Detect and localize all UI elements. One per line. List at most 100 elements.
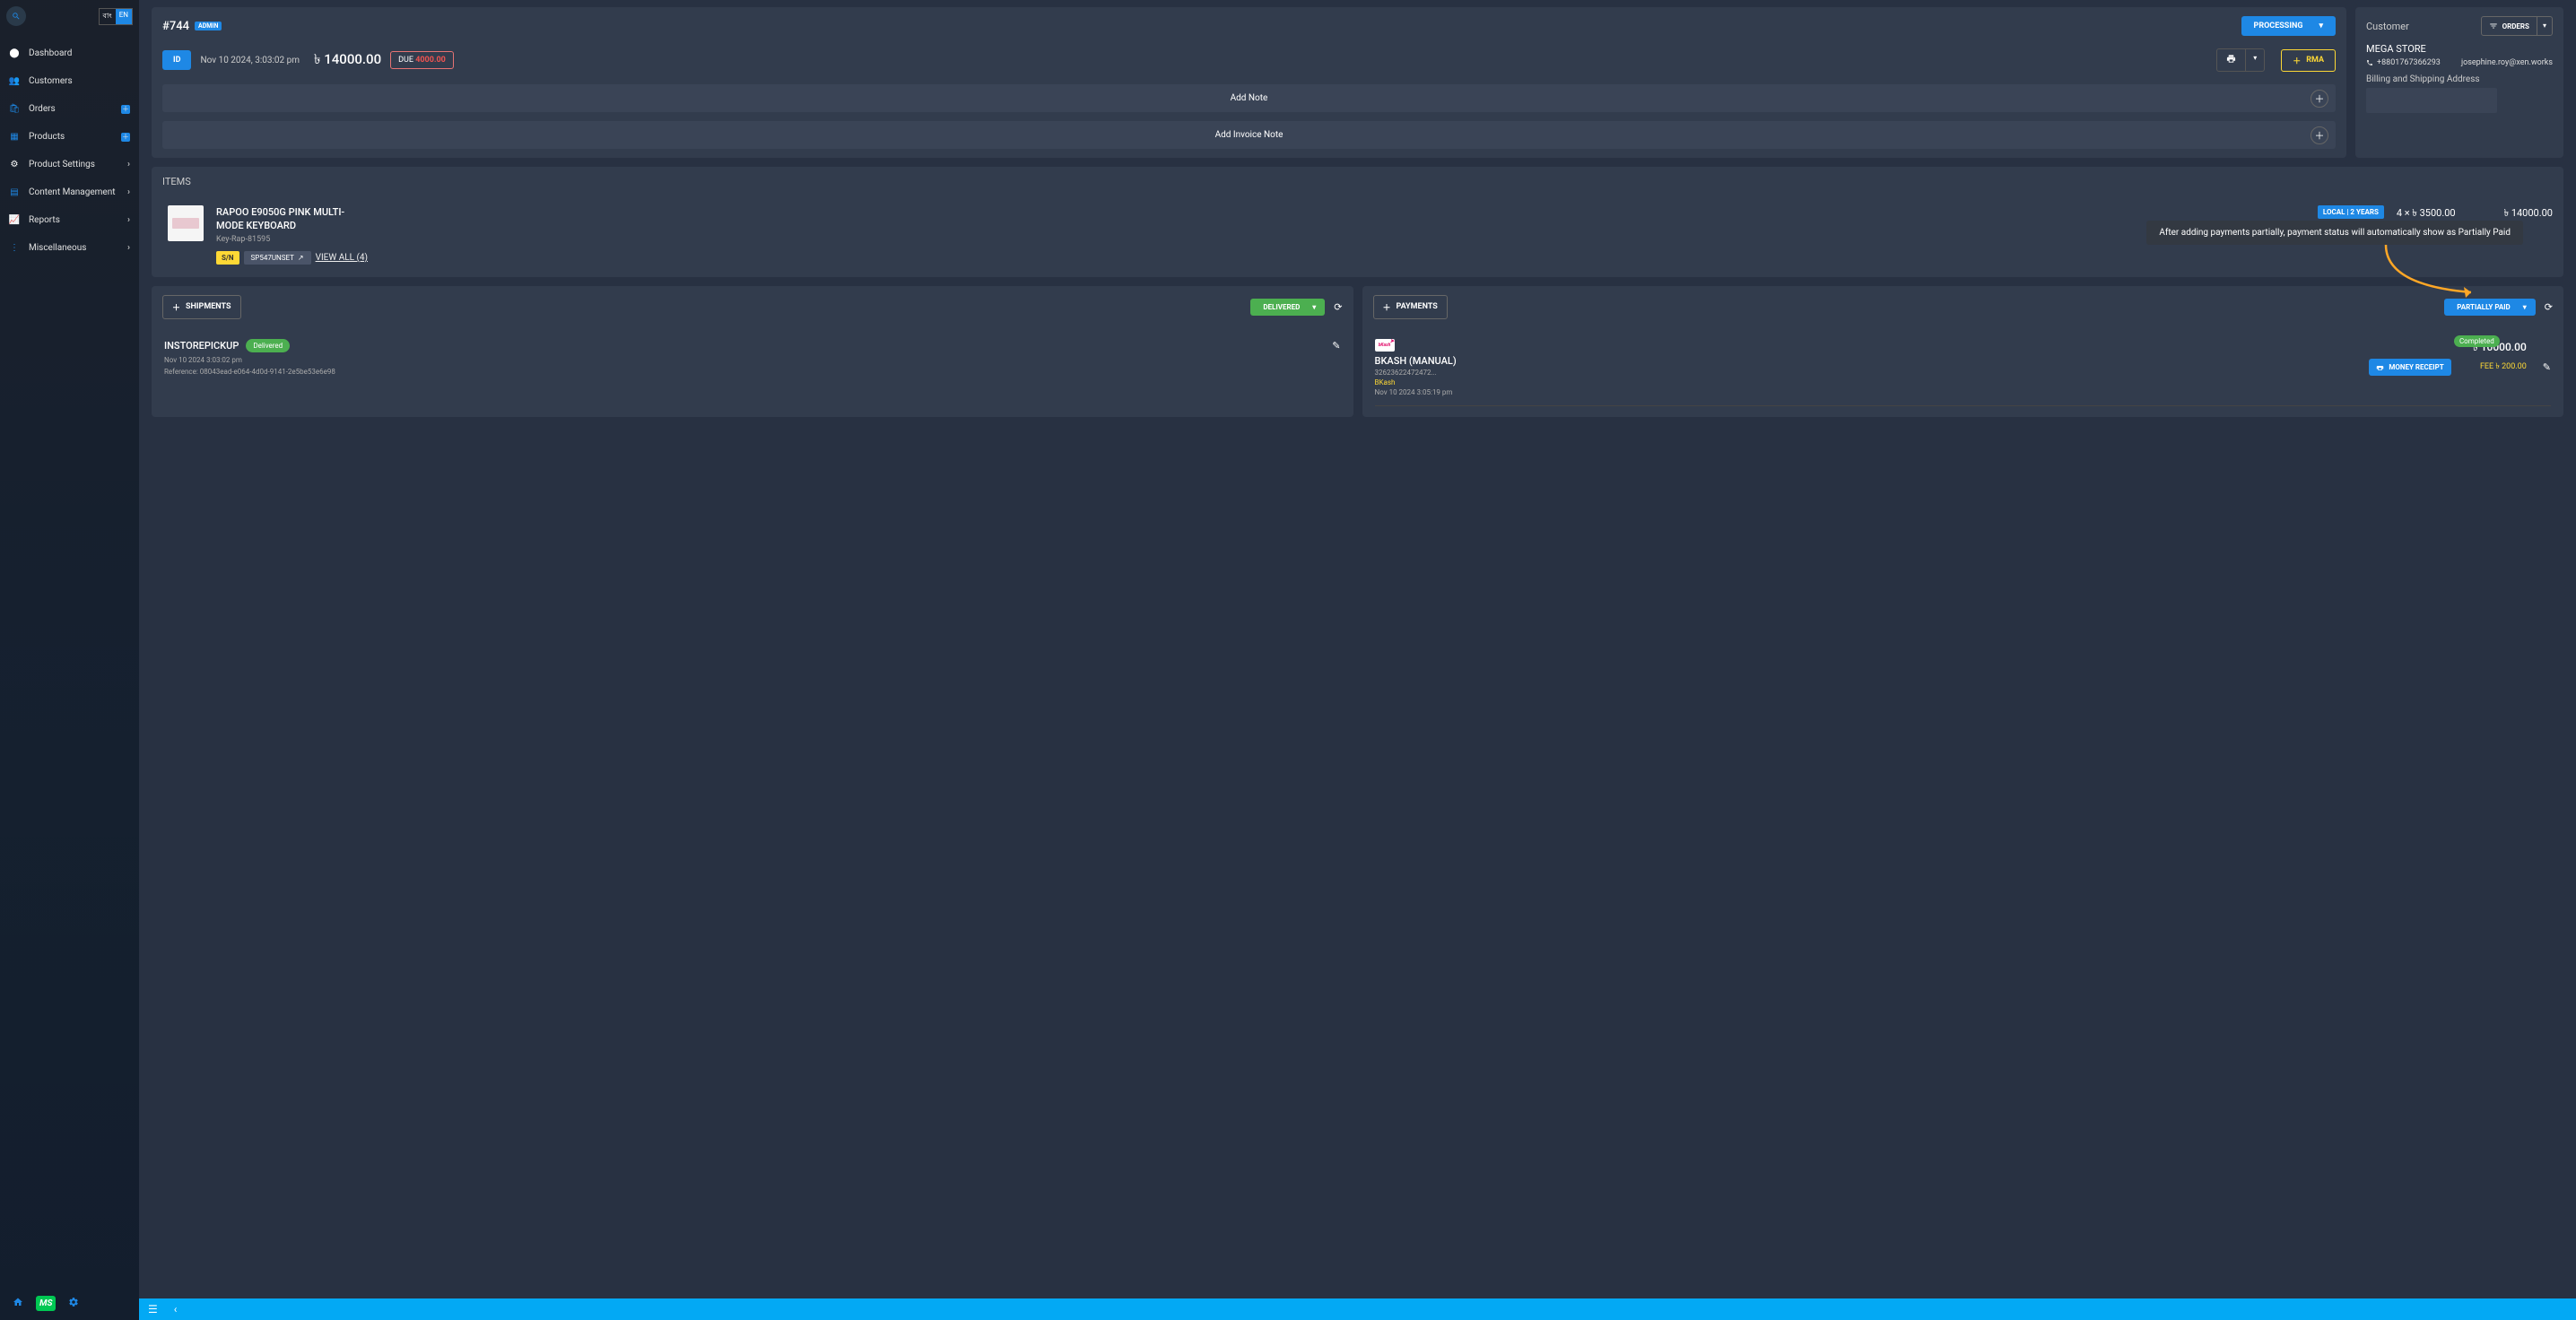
nav-label: Miscellaneous	[29, 243, 86, 253]
print-button[interactable]	[2217, 49, 2245, 71]
nav-item-reports[interactable]: 📈Reports›	[0, 206, 139, 234]
lang-bn[interactable]: বাং	[100, 9, 116, 24]
delivered-pill: Delivered	[246, 339, 290, 352]
nav-label: Customers	[29, 76, 73, 86]
add-note-row[interactable]: Add Note ＋	[162, 84, 2336, 112]
order-total: ৳ 14000.00	[314, 49, 381, 72]
menu-icon[interactable]: ☰	[148, 1303, 158, 1316]
chevron-down-icon: ▾	[2523, 303, 2527, 311]
nav-icon: ⋮	[9, 243, 20, 253]
annotation-tooltip: After adding payments partially, payment…	[2146, 221, 2523, 245]
nav-label: Reports	[29, 215, 60, 225]
nav-icon: ⚙	[9, 160, 20, 169]
external-link-icon: ↗	[298, 254, 304, 262]
admin-badge: ADMIN	[195, 22, 222, 30]
shipment-status-button[interactable]: DELIVERED▾	[1250, 299, 1325, 316]
address-box	[2366, 88, 2497, 113]
edit-shipment-icon[interactable]: ✎	[1332, 340, 1340, 352]
ms-badge[interactable]: MS	[36, 1296, 56, 1311]
items-card: ITEMS RAPOO E9050G PINK MULTI-MODE KEYBO…	[152, 167, 2563, 277]
product-sku: Key-Rap-81595	[216, 235, 2305, 244]
orders-dropdown[interactable]: ▾	[2537, 17, 2552, 35]
product-image	[168, 205, 204, 241]
order-date: Nov 10 2024, 3:03:02 pm	[200, 56, 300, 65]
customer-title: Customer	[2366, 21, 2409, 32]
chevron-down-icon: ▾	[1312, 303, 1316, 311]
nav-icon: ▤	[9, 187, 20, 197]
chevron-down-icon: ▾	[2319, 22, 2323, 30]
sidebar: বাং EN ⬤ Dashboard 👥 Customers 🛍Orders＋ ▦ Prod…	[0, 0, 139, 1320]
warranty-badge: LOCAL | 2 YEARS	[2318, 205, 2384, 219]
serial-badge[interactable]: SP547UNSET ↗	[244, 251, 311, 265]
settings-icon[interactable]	[68, 1297, 79, 1310]
nav-icon: 👥	[9, 76, 20, 86]
product-name: RAPOO E9050G PINK MULTI-MODE KEYBOARD	[216, 205, 369, 233]
nav-icon: ▦	[9, 132, 20, 142]
payment-time: Nov 10 2024 3:05:19 pm	[1375, 388, 1457, 396]
id-button[interactable]: ID	[162, 50, 191, 70]
add-icon[interactable]: ＋	[121, 133, 130, 142]
order-id: #744	[162, 20, 189, 33]
orders-button[interactable]: ORDERS	[2482, 17, 2537, 35]
payment-source: BKash	[1375, 378, 1457, 386]
nav-item-customers[interactable]: 👥 Customers	[0, 67, 139, 95]
order-status-button[interactable]: PROCESSING ▾	[2241, 16, 2336, 36]
main-content: #744 ADMIN PROCESSING ▾ ID Nov 10 2024, …	[139, 0, 2576, 1320]
chevron-right-icon: ›	[127, 215, 130, 225]
nav-label: Content Management	[29, 187, 116, 197]
add-invoice-note-row[interactable]: Add Invoice Note ＋	[162, 121, 2336, 149]
bkash-logo: bKash	[1375, 339, 1395, 352]
add-invoice-note-icon[interactable]: ＋	[2311, 126, 2328, 144]
add-shipment-button[interactable]: ＋SHIPMENTS	[162, 295, 241, 319]
rma-button[interactable]: ＋RMA	[2281, 49, 2336, 72]
payments-card: ＋PAYMENTS PARTIALLY PAID▾ ⟳ bKash BKASH …	[1362, 286, 2564, 417]
print-dropdown[interactable]: ▾	[2245, 49, 2264, 71]
nav-icon: 🛍	[9, 104, 20, 114]
payment-method: BKASH (MANUAL)	[1375, 355, 1457, 367]
payment-reference: 32623622472472...	[1375, 369, 1457, 377]
payment-status-button[interactable]: PARTIALLY PAID▾	[2444, 299, 2536, 316]
chevron-right-icon: ›	[127, 243, 130, 253]
shipments-card: ＋SHIPMENTS DELIVERED▾ ⟳ INSTOREPICKUP De…	[152, 286, 1353, 417]
view-all-link[interactable]: VIEW ALL (4)	[316, 253, 368, 263]
add-payment-button[interactable]: ＋PAYMENTS	[1373, 295, 1448, 319]
nav-icon: ⬤	[9, 48, 20, 58]
nav-item-product-settings[interactable]: ⚙Product Settings›	[0, 151, 139, 178]
nav-label: Dashboard	[29, 48, 72, 58]
language-toggle[interactable]: বাং EN	[99, 8, 133, 25]
billing-address-label: Billing and Shipping Address	[2366, 74, 2553, 84]
print-button-group: ▾	[2216, 48, 2265, 72]
home-icon[interactable]	[13, 1297, 23, 1310]
customer-phone: +8801767366293	[2366, 58, 2441, 67]
nav-item-content-management[interactable]: ▤ Content Management ›	[0, 178, 139, 206]
customer-name: MEGA STORE	[2366, 43, 2553, 55]
nav-label: Products	[29, 132, 65, 142]
plus-icon: ＋	[172, 301, 180, 313]
nav-item-orders[interactable]: 🛍Orders＋	[0, 95, 139, 123]
customer-card: Customer ORDERS ▾ MEGA STORE	[2355, 7, 2563, 158]
back-icon[interactable]: ‹	[174, 1303, 178, 1316]
refresh-shipments-icon[interactable]: ⟳	[1334, 301, 1342, 313]
add-icon[interactable]: ＋	[121, 105, 130, 114]
nav-item-dashboard[interactable]: ⬤ Dashboard	[0, 39, 139, 67]
lang-en[interactable]: EN	[116, 9, 132, 24]
shipment-reference: Reference: 08043ead-e064-4d0d-9141-2e5be…	[164, 368, 1341, 376]
nav-item-miscellaneous[interactable]: ⋮ Miscellaneous ›	[0, 234, 139, 262]
refresh-payments-icon[interactable]: ⟳	[2545, 301, 2553, 313]
payment-completed-pill: Completed	[2454, 335, 2500, 347]
due-amount: DUE 4000.00	[390, 51, 454, 69]
nav-label: Product Settings	[29, 160, 95, 169]
edit-payment-icon[interactable]: ✎	[2543, 361, 2551, 373]
money-receipt-button[interactable]: MONEY RECEIPT	[2369, 359, 2450, 376]
add-note-icon[interactable]: ＋	[2311, 90, 2328, 108]
customer-email: josephine.roy@xen.works	[2461, 58, 2553, 67]
nav-item-products[interactable]: ▦ Products ＋	[0, 123, 139, 151]
plus-icon: ＋	[1383, 301, 1391, 313]
sn-badge[interactable]: S/N	[216, 251, 239, 265]
shipment-method: INSTOREPICKUP	[164, 340, 239, 352]
customer-orders-button: ORDERS ▾	[2481, 16, 2553, 36]
search-icon[interactable]	[6, 6, 26, 26]
chevron-right-icon: ›	[127, 187, 130, 197]
payment-fee: FEE ৳ 200.00	[2480, 360, 2527, 373]
bottom-bar: ☰ ‹	[139, 1298, 2576, 1320]
